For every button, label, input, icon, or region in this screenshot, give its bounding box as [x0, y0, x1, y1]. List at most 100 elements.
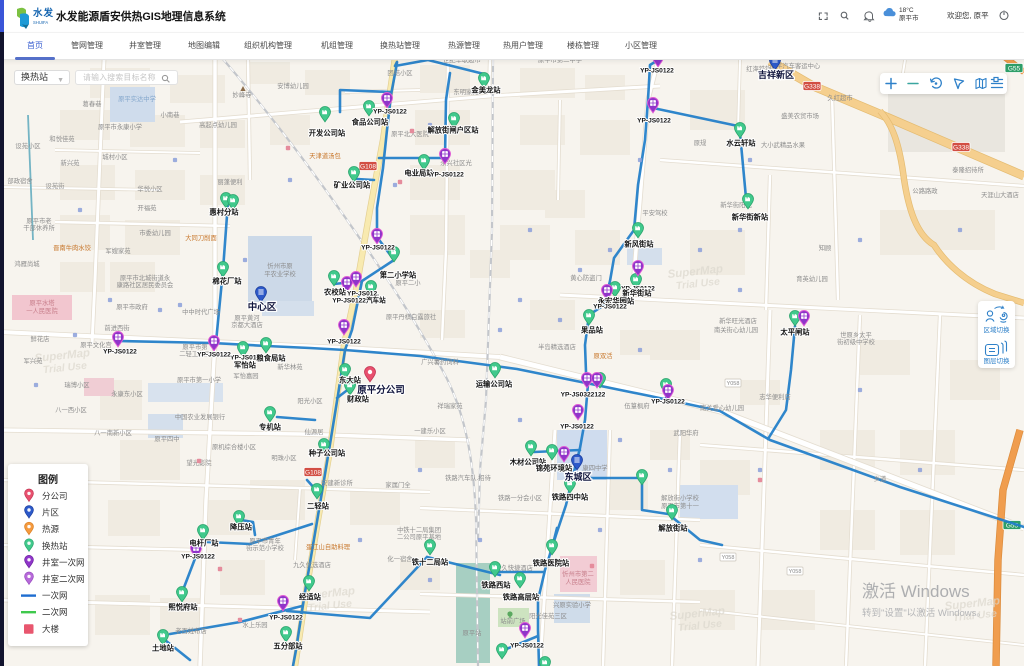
svg-text:运输公司站: 运输公司站 — [476, 380, 513, 389]
svg-text:平安驾校: 平安驾校 — [642, 208, 668, 217]
svg-text:金美龙站: 金美龙站 — [470, 86, 501, 95]
svg-text:电杆厂站: 电杆厂站 — [189, 539, 219, 548]
svg-text:二公司原平基地: 二公司原平基地 — [397, 532, 442, 541]
svg-text:YP-JS0122: YP-JS0122 — [430, 172, 464, 179]
svg-text:原平黄河: 原平黄河 — [234, 313, 260, 322]
svg-text:一次网: 一次网 — [42, 591, 68, 601]
svg-text:粮食局站: 粮食局站 — [256, 354, 286, 363]
svg-text:原规: 原规 — [694, 138, 707, 147]
svg-text:团结小区: 团结小区 — [387, 68, 412, 77]
svg-text:YP-JS0322122: YP-JS0322122 — [561, 392, 606, 399]
svg-text:新风街站: 新风街站 — [624, 240, 654, 249]
svg-text:晋南牛肉水饺: 晋南牛肉水饺 — [53, 243, 91, 252]
svg-text:葛春巷: 葛春巷 — [83, 99, 103, 108]
svg-text:南关爱心幼儿园: 南关爱心幼儿园 — [700, 403, 744, 412]
svg-text:矿业公司站: 矿业公司站 — [334, 181, 371, 190]
svg-text:黄心防盗门: 黄心防盗门 — [570, 273, 601, 282]
svg-text:九久优选酒店: 九久优选酒店 — [293, 560, 331, 569]
svg-text:惠村分站: 惠村分站 — [209, 208, 239, 217]
svg-text:片区: 片区 — [42, 508, 60, 518]
svg-text:YP-JS0122: YP-JS0122 — [651, 399, 685, 406]
svg-text:YP-JS0122: YP-JS0122 — [197, 352, 231, 359]
svg-text:原平水塔: 原平水塔 — [29, 298, 55, 307]
svg-text:原平市老: 原平市老 — [26, 216, 51, 225]
svg-text:G108: G108 — [360, 164, 376, 171]
svg-text:种子公司站: 种子公司站 — [308, 449, 346, 458]
svg-text:Y058: Y058 — [722, 555, 735, 561]
svg-text:乡道: 乡道 — [874, 474, 887, 483]
svg-text:降压站: 降压站 — [230, 523, 253, 532]
svg-text:新兴苑: 新兴苑 — [61, 158, 81, 167]
svg-text:军嫂家苑: 军嫂家苑 — [105, 246, 131, 255]
svg-text:YP-JS0122: YP-JS0122 — [373, 109, 407, 116]
svg-text:原平市: 原平市 — [899, 13, 919, 22]
svg-text:泰隆招待所: 泰隆招待所 — [952, 165, 984, 174]
svg-text:鲜花店: 鲜花店 — [31, 334, 50, 343]
svg-text:志华便利店: 志华便利店 — [759, 392, 790, 401]
svg-text:瑞博小区: 瑞博小区 — [64, 380, 89, 389]
svg-text:图层切换: 图层切换 — [984, 356, 1011, 365]
svg-text:康四中学: 康四中学 — [582, 463, 607, 472]
svg-text:原平市政府: 原平市政府 — [116, 302, 147, 311]
svg-text:高起点幼儿园: 高起点幼儿园 — [199, 120, 237, 129]
svg-text:武阳华府: 武阳华府 — [673, 428, 698, 437]
svg-text:一人民医院: 一人民医院 — [26, 306, 58, 315]
svg-text:育英幼儿园: 育英幼儿园 — [796, 274, 827, 283]
svg-text:解放街站: 解放街站 — [657, 524, 688, 533]
svg-text:军怡嘉园: 军怡嘉园 — [233, 371, 258, 380]
svg-text:熙悦府站: 熙悦府站 — [168, 603, 198, 612]
svg-text:农校站: 农校站 — [323, 288, 347, 297]
svg-text:区域切换: 区域切换 — [984, 325, 1011, 334]
svg-text:世原乡太平: 世原乡太平 — [840, 330, 871, 339]
svg-text:铁路一分会小区: 铁路一分会小区 — [498, 493, 542, 502]
svg-text:原平市第一小学: 原平市第一小学 — [177, 375, 221, 384]
svg-text:分公司: 分公司 — [42, 491, 68, 501]
svg-text:伍篁枫府: 伍篁枫府 — [624, 401, 649, 410]
svg-text:天涯山大酒店: 天涯山大酒店 — [981, 190, 1019, 199]
svg-text:18°C: 18°C — [899, 6, 914, 14]
svg-text:仙源居: 仙源居 — [305, 427, 324, 436]
svg-text:热源: 热源 — [42, 524, 60, 534]
svg-text:铁路高层站: 铁路高层站 — [503, 593, 540, 602]
svg-text:G55: G55 — [1008, 66, 1021, 73]
svg-text:新华林苑: 新华林苑 — [277, 362, 303, 371]
svg-text:吉祥新区: 吉祥新区 — [758, 69, 794, 80]
svg-text:设苑街: 设苑街 — [46, 181, 66, 190]
svg-text:老百姓布店: 老百姓布店 — [175, 626, 206, 635]
svg-text:水上乐园: 水上乐园 — [242, 620, 267, 629]
svg-text:二次网: 二次网 — [42, 607, 68, 617]
svg-text:原平分公司: 原平分公司 — [357, 384, 405, 396]
svg-text:设苑小区: 设苑小区 — [15, 141, 40, 150]
svg-text:人民医院: 人民医院 — [565, 577, 591, 586]
svg-text:天津道汤包: 天津道汤包 — [309, 151, 341, 160]
svg-text:Y058: Y058 — [789, 569, 802, 575]
svg-text:久红超市: 久红超市 — [827, 93, 852, 102]
svg-text:SHUIFA: SHUIFA — [33, 20, 48, 25]
svg-text:大同刀削面: 大同刀削面 — [185, 233, 216, 242]
svg-text:市委幼儿园: 市委幼儿园 — [139, 228, 170, 237]
svg-text:祥瑞家苑: 祥瑞家苑 — [437, 401, 463, 410]
svg-text:公路路政: 公路路政 — [912, 186, 938, 195]
svg-text:部政宿舍: 部政宿舍 — [7, 176, 33, 185]
svg-text:食品公司站: 食品公司站 — [351, 118, 389, 127]
svg-text:东城区: 东城区 — [564, 471, 591, 482]
svg-text:棉花厂站: 棉花厂站 — [212, 277, 242, 286]
svg-text:丽蓬便利: 丽蓬便利 — [217, 177, 242, 186]
svg-text:八一南新小区: 八一南新小区 — [94, 428, 132, 437]
svg-text:YP-JS0122: YP-JS0122 — [637, 118, 671, 125]
svg-text:YP-JS0122: YP-JS0122 — [269, 615, 303, 622]
svg-text:小南巷: 小南巷 — [161, 110, 181, 119]
svg-text:新华旺光酒店: 新华旺光酒店 — [719, 316, 757, 325]
svg-text:原平市青年: 原平市青年 — [249, 536, 280, 545]
svg-text:兴原实验小学: 兴原实验小学 — [553, 600, 591, 609]
svg-text:YP-JS0122: YP-JS0122 — [361, 245, 395, 252]
svg-text:YP-JS0122: YP-JS0122 — [560, 424, 594, 431]
svg-text:盛美农贸市场: 盛美农贸市场 — [781, 111, 819, 120]
svg-text:铁路四中站: 铁路四中站 — [552, 493, 589, 502]
svg-text:街示范小学校: 街示范小学校 — [246, 543, 284, 552]
svg-text:原平市第: 原平市第 — [182, 342, 207, 351]
svg-text:果品站: 果品站 — [580, 326, 604, 335]
svg-text:Y058: Y058 — [727, 381, 740, 387]
svg-text:YP-JS012.: YP-JS012. — [347, 291, 379, 298]
svg-text:城村小区: 城村小区 — [102, 152, 127, 161]
